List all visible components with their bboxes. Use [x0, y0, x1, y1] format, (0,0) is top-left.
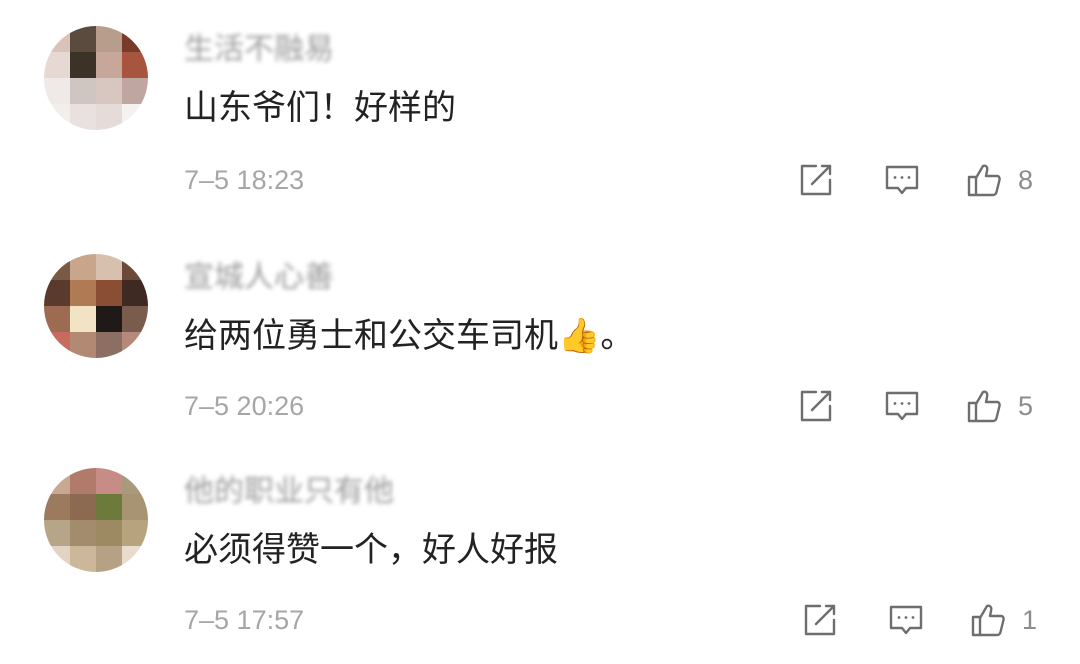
timestamp: 7–5 20:26: [184, 391, 305, 421]
username[interactable]: 他的职业只有他: [184, 474, 394, 510]
avatar-tile: [44, 332, 70, 358]
avatar-tile: [44, 254, 70, 280]
avatar-tile: [70, 254, 96, 280]
avatar-tile: [70, 280, 96, 306]
avatar[interactable]: [44, 254, 148, 358]
avatar-tile: [122, 546, 148, 572]
like-icon[interactable]: [966, 388, 1002, 424]
comment-text-body: 给两位勇士和公交车司机: [184, 316, 558, 356]
avatar-tile: [122, 280, 148, 306]
username[interactable]: 宣城人心善: [184, 260, 334, 296]
avatar-tile: [44, 520, 70, 546]
avatar-tile: [96, 306, 122, 332]
avatar-tile: [96, 546, 122, 572]
like-count: 1: [1022, 605, 1038, 635]
share-icon[interactable]: [798, 388, 834, 424]
avatar-tile: [70, 520, 96, 546]
avatar-tile: [44, 280, 70, 306]
avatar-tile: [122, 494, 148, 520]
like-icon[interactable]: [970, 602, 1006, 638]
avatar-tile: [44, 468, 70, 494]
avatar-tile: [70, 306, 96, 332]
action-bar: 1: [790, 598, 1050, 642]
avatar-tile: [96, 254, 122, 280]
reply-icon[interactable]: [884, 388, 920, 424]
avatar-tile: [70, 468, 96, 494]
comment-text: 给两位勇士和公交车司机👍。: [184, 314, 634, 358]
comment-list: 生活不融易 山东爷们！好样的 7–5 18:23 8 宣城人心善 给两位勇士和公…: [0, 0, 1080, 664]
comment-text-suffix: 。: [600, 316, 635, 356]
avatar-tile: [122, 254, 148, 280]
avatar-tile: [122, 520, 148, 546]
avatar-tile: [44, 494, 70, 520]
avatar-tile: [122, 468, 148, 494]
avatar[interactable]: [44, 468, 148, 572]
avatar-tile: [122, 332, 148, 358]
timestamp: 7–5 17:57: [184, 605, 305, 635]
comment-item: 他的职业只有他 必须得赞一个，好人好报 7–5 17:57 1: [0, 0, 1080, 637]
avatar-tile: [44, 546, 70, 572]
avatar-tile: [96, 468, 122, 494]
avatar-tile: [96, 332, 122, 358]
reply-icon[interactable]: [888, 602, 924, 638]
share-icon[interactable]: [802, 602, 838, 638]
avatar-tile: [96, 520, 122, 546]
avatar-tile: [44, 306, 70, 332]
action-bar: 5: [790, 384, 1050, 428]
avatar-tile: [96, 494, 122, 520]
avatar-tile: [70, 494, 96, 520]
comment-text-body: 必须得赞一个，好人好报: [184, 530, 558, 570]
comment-text: 必须得赞一个，好人好报: [184, 528, 558, 572]
avatar-tile: [70, 332, 96, 358]
avatar-tile: [122, 306, 148, 332]
avatar-tile: [70, 546, 96, 572]
thumbs-up-emoji: 👍: [558, 316, 601, 356]
like-count: 5: [1018, 391, 1034, 421]
avatar-tile: [96, 280, 122, 306]
